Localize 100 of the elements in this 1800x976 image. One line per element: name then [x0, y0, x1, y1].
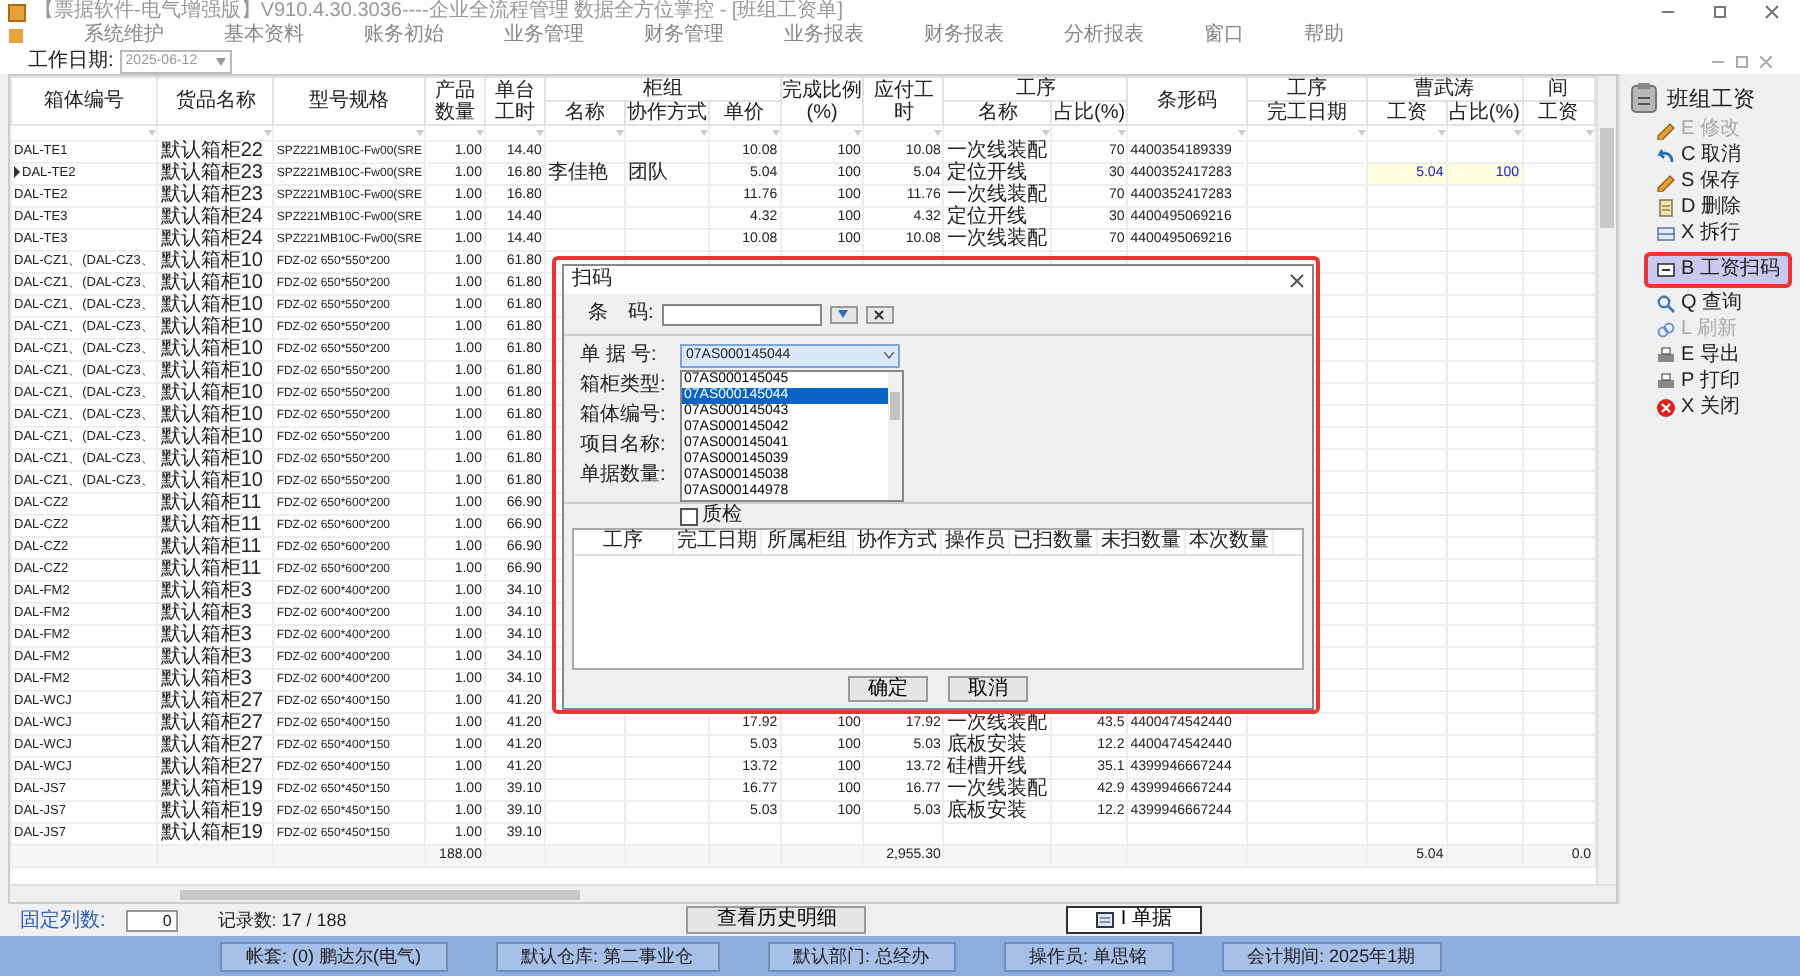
toolbar-button[interactable]: X 拆行 — [1651, 222, 1744, 246]
column-group-header: 曹武涛 — [1366, 77, 1523, 101]
filter-arrow-icon[interactable] — [264, 130, 273, 136]
filter-arrow-icon[interactable] — [615, 130, 624, 136]
toolbar-button[interactable]: C 取消 — [1651, 144, 1746, 168]
menu-item[interactable]: 财务报表 — [924, 24, 1004, 48]
close-icon[interactable] — [1764, 4, 1780, 20]
vertical-scrollbar[interactable] — [1595, 76, 1616, 884]
table-icon — [1655, 224, 1676, 244]
column-group-header: 工序 — [1247, 77, 1367, 101]
filter-arrow-icon[interactable] — [699, 130, 708, 136]
printer-icon — [1655, 346, 1676, 366]
column-header[interactable]: 已扫数量 — [1010, 530, 1098, 554]
filter-arrow-icon[interactable] — [1238, 130, 1247, 136]
status-field: 操作员: 单思铭 — [1003, 941, 1174, 971]
column-group-header: 间 — [1522, 77, 1595, 101]
column-header[interactable]: 单台工时 — [484, 77, 545, 125]
filter-arrow-icon[interactable] — [475, 130, 484, 136]
dialog-title: 扫码 — [572, 268, 612, 292]
checkbox[interactable] — [680, 507, 698, 525]
column-header[interactable]: 型号规格 — [273, 77, 426, 125]
filter-arrow-icon[interactable] — [1513, 130, 1522, 136]
clear-button[interactable] — [865, 305, 894, 323]
fixed-columns-label: 固定列数: — [20, 907, 106, 934]
column-header[interactable]: 协作方式 — [624, 101, 709, 125]
status-field: 会计期间: 2025年1期 — [1221, 941, 1442, 971]
column-header[interactable]: 未扫数量 — [1098, 530, 1186, 554]
status-field: 帐套: (0) 鹏达尔(电气) — [220, 941, 447, 971]
menu-item[interactable]: 财务管理 — [644, 24, 724, 48]
column-header[interactable]: 协作方式 — [854, 530, 942, 554]
filter-arrow-icon[interactable] — [1118, 130, 1127, 136]
document-button[interactable]: I 单据 — [1066, 906, 1202, 934]
toolbar-button[interactable]: S 保存 — [1651, 170, 1744, 194]
toolbar-button[interactable]: B 工资扫码 — [1643, 252, 1792, 288]
menu-item[interactable]: 系统维护 — [84, 24, 164, 48]
menu-item[interactable]: 帮助 — [1304, 24, 1344, 48]
filter-arrow-icon[interactable] — [854, 130, 863, 136]
maximize-icon[interactable] — [1712, 4, 1728, 20]
app-logo-icon — [8, 3, 26, 21]
filter-arrow-icon[interactable] — [416, 130, 425, 136]
column-header[interactable]: 工序 — [574, 530, 674, 554]
toolbar-button[interactable]: P 打印 — [1651, 370, 1744, 394]
close-icon — [1655, 398, 1676, 418]
column-group-header: 柜组 — [544, 77, 781, 101]
toolbar-button[interactable]: E 导出 — [1651, 344, 1744, 368]
column-group-header: 工序 — [943, 77, 1128, 101]
pencil-icon — [1655, 172, 1676, 192]
column-header[interactable]: 完成比例(%) — [780, 77, 864, 125]
filter-arrow-icon[interactable] — [1042, 130, 1051, 136]
toolbar-button[interactable]: D 删除 — [1651, 196, 1746, 220]
pencil-icon — [1655, 120, 1676, 140]
column-header[interactable]: 产品数量 — [425, 77, 485, 125]
search-icon — [1655, 294, 1676, 314]
menu-item[interactable]: 基本资料 — [224, 24, 304, 48]
barcode-field[interactable] — [661, 303, 822, 325]
column-header[interactable]: 操作员 — [942, 530, 1010, 554]
toolbar-button[interactable]: Q 查询 — [1651, 292, 1747, 316]
filter-arrow-icon[interactable] — [1437, 130, 1446, 136]
filter-arrow-icon[interactable] — [771, 130, 780, 136]
current-row-icon — [14, 166, 20, 179]
column-header[interactable]: 所属柜组 — [762, 530, 854, 554]
column-header[interactable]: 完工日期 — [674, 530, 762, 554]
column-header[interactable]: 本次数量 — [1186, 530, 1274, 554]
fixed-columns-spinner[interactable]: 0 — [125, 909, 178, 931]
column-header[interactable]: 条形码 — [1127, 77, 1248, 125]
chevron-icon[interactable] — [215, 57, 226, 65]
restore-icon[interactable] — [1736, 55, 1748, 67]
dropdown-button[interactable] — [829, 305, 858, 323]
menu-item[interactable]: 业务报表 — [784, 24, 864, 48]
filter-arrow-icon[interactable] — [934, 130, 943, 136]
menu-item[interactable]: 分析报表 — [1064, 24, 1144, 48]
dialog-button[interactable]: 确定 — [848, 676, 928, 702]
history-button[interactable]: 查看历史明细 — [686, 906, 867, 934]
column-header[interactable]: 完工日期 — [1247, 101, 1367, 125]
menu-item[interactable]: 账务初始 — [364, 24, 444, 48]
column-header[interactable]: 名称 — [943, 101, 1052, 125]
record-count: 记录数: 17 / 188 — [217, 907, 347, 933]
checkbox-label: 质检 — [702, 504, 742, 528]
menu-item[interactable]: 业务管理 — [504, 24, 584, 48]
list-scrollbar[interactable] — [888, 372, 902, 500]
close-icon[interactable] — [1290, 273, 1304, 287]
document-icon — [1655, 198, 1676, 218]
column-header[interactable]: 货品名称 — [157, 77, 274, 125]
column-header[interactable]: 占比(%) — [1051, 101, 1128, 125]
toolbar-button[interactable]: X 关闭 — [1651, 396, 1744, 420]
menu-item[interactable]: 窗口 — [1204, 24, 1244, 48]
clipboard-icon — [1627, 82, 1660, 114]
filter-arrow-icon[interactable] — [1357, 130, 1366, 136]
column-header[interactable]: 占比(%) — [1446, 101, 1523, 125]
filter-arrow-icon[interactable] — [148, 130, 157, 136]
horizontal-scrollbar[interactable] — [10, 884, 1616, 902]
column-header[interactable]: 应付工时 — [863, 77, 944, 125]
minimize-icon[interactable] — [1712, 55, 1724, 67]
menu-logo-icon — [8, 28, 24, 44]
column-header[interactable]: 箱体编号 — [11, 77, 158, 125]
dialog-button[interactable]: 取消 — [948, 676, 1028, 702]
field-label: 单 据 号: — [580, 344, 659, 368]
filter-arrow-icon[interactable] — [1585, 130, 1594, 136]
filter-arrow-icon[interactable] — [535, 130, 544, 136]
document-icon — [1096, 912, 1115, 928]
